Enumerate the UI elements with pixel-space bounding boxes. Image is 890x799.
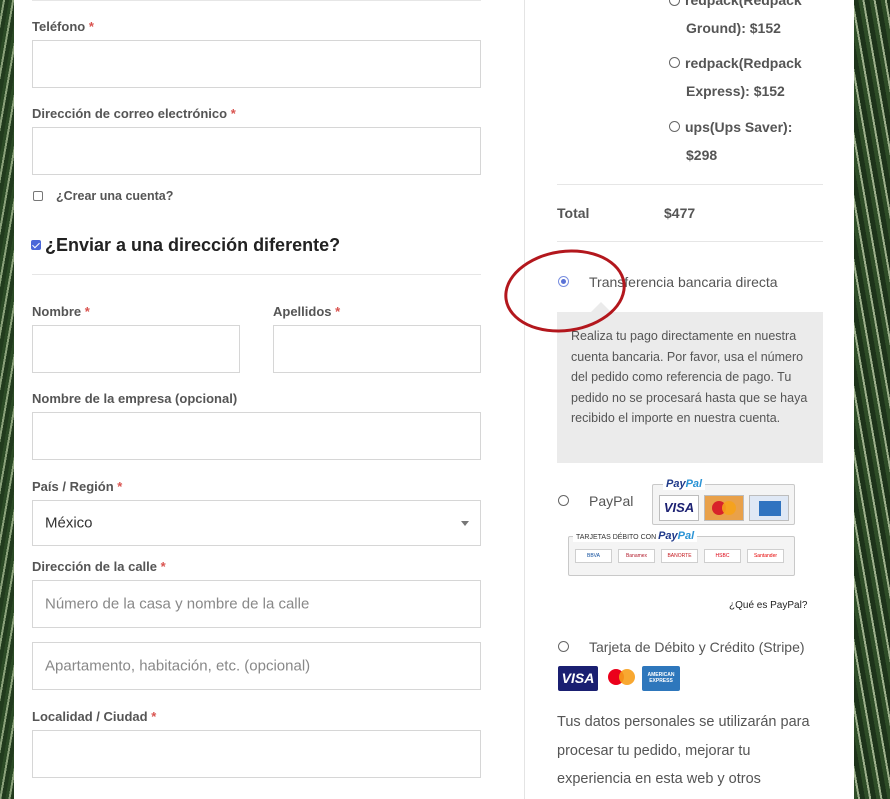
amex-card-icon: AMERICAN EXPRESS <box>642 666 680 691</box>
ciudad-input[interactable] <box>32 730 481 778</box>
divider <box>32 0 481 1</box>
stripe-radio[interactable] <box>558 641 569 652</box>
ship-different-checkbox[interactable] <box>31 240 41 250</box>
background-right <box>854 0 890 799</box>
mastercard-icon <box>603 666 643 691</box>
shipping-option-radio[interactable] <box>669 0 680 6</box>
amex-card-icon <box>749 495 789 521</box>
calle-placeholder: Número de la casa y nombre de la calle <box>45 595 310 613</box>
apartamento-input[interactable]: Apartamento, habitación, etc. (opcional) <box>32 642 481 690</box>
bank-transfer-desc-text: Realiza tu pago directamente en nuestra … <box>571 329 808 425</box>
paypal-label: PayPal <box>589 493 634 509</box>
what-is-paypal-link[interactable]: ¿Qué es PayPal? <box>729 600 807 611</box>
calle-label: Dirección de la calle * <box>32 559 166 574</box>
shipping-option-3-line2: $298 <box>686 147 718 163</box>
pais-selected-value: México <box>45 514 93 532</box>
divider <box>557 184 823 185</box>
ship-different-title: ¿Enviar a una dirección diferente? <box>45 235 341 255</box>
checkout-page: Teléfono * Dirección de correo electróni… <box>14 0 854 799</box>
shipping-option-radio[interactable] <box>669 121 680 132</box>
pais-label: País / Región * <box>32 479 123 494</box>
paypal-debit-banks-logo: TARJETAS DÉBITO CON PayPal BBVA Bancomer… <box>568 530 795 576</box>
email-input[interactable] <box>32 127 481 175</box>
privacy-notice: Tus datos personales se utilizarán para … <box>557 714 810 787</box>
nombre-input[interactable] <box>32 325 240 373</box>
create-account-label: ¿Crear una cuenta? <box>56 189 174 203</box>
telefono-input[interactable] <box>32 40 481 88</box>
shipping-option-2-line2: Express): $152 <box>686 83 785 99</box>
background-left <box>0 0 14 799</box>
empresa-input[interactable] <box>32 412 481 460</box>
mastercard-icon <box>704 495 744 521</box>
apartamento-placeholder: Apartamento, habitación, etc. (opcional) <box>45 657 311 675</box>
paypal-radio[interactable] <box>558 495 569 506</box>
visa-card-icon: VISA <box>659 495 699 521</box>
total-label: Total <box>557 205 590 221</box>
telefono-label: Teléfono * <box>32 19 94 34</box>
nombre-label: Nombre * <box>32 304 90 319</box>
paypal-logo: PayPal <box>663 478 706 490</box>
shipping-option-1-line1: redpack(Redpack <box>685 0 802 8</box>
banamex-bank-icon: Banamex <box>618 549 655 563</box>
stripe-label: Tarjeta de Débito y Crédito (Stripe) <box>589 639 805 655</box>
divider <box>32 274 481 275</box>
shipping-option-2-line1: redpack(Redpack <box>685 55 802 71</box>
chevron-down-icon <box>461 521 469 526</box>
banorte-bank-icon: BANORTE <box>661 549 698 563</box>
shipping-option-1-line2: Ground): $152 <box>686 20 781 36</box>
column-divider <box>524 0 525 799</box>
ciudad-label: Localidad / Ciudad * <box>32 709 157 724</box>
divider <box>557 241 823 242</box>
apellidos-label: Apellidos * <box>273 304 341 319</box>
visa-card-icon: VISA <box>558 666 598 691</box>
bbva-bank-icon: BBVA Bancomer <box>575 549 612 563</box>
shipping-option-radio[interactable] <box>669 57 680 68</box>
calle-input[interactable]: Número de la casa y nombre de la calle <box>32 580 481 628</box>
pais-select[interactable]: México <box>32 500 481 546</box>
empresa-label: Nombre de la empresa (opcional) <box>32 391 238 406</box>
email-label: Dirección de correo electrónico * <box>32 106 236 121</box>
apellidos-input[interactable] <box>273 325 481 373</box>
create-account-checkbox[interactable] <box>33 191 43 201</box>
shipping-option-3-line1: ups(Ups Saver): <box>685 119 793 135</box>
paypal-cards-logo: PayPal VISA <box>652 478 795 525</box>
total-value: $477 <box>664 205 696 221</box>
bank-transfer-description: Realiza tu pago directamente en nuestra … <box>557 302 823 463</box>
hsbc-bank-icon: HSBC <box>704 549 741 563</box>
santander-bank-icon: Santander <box>747 549 784 563</box>
paypal-debit-caption: TARJETAS DÉBITO CON PayPal <box>573 530 698 542</box>
